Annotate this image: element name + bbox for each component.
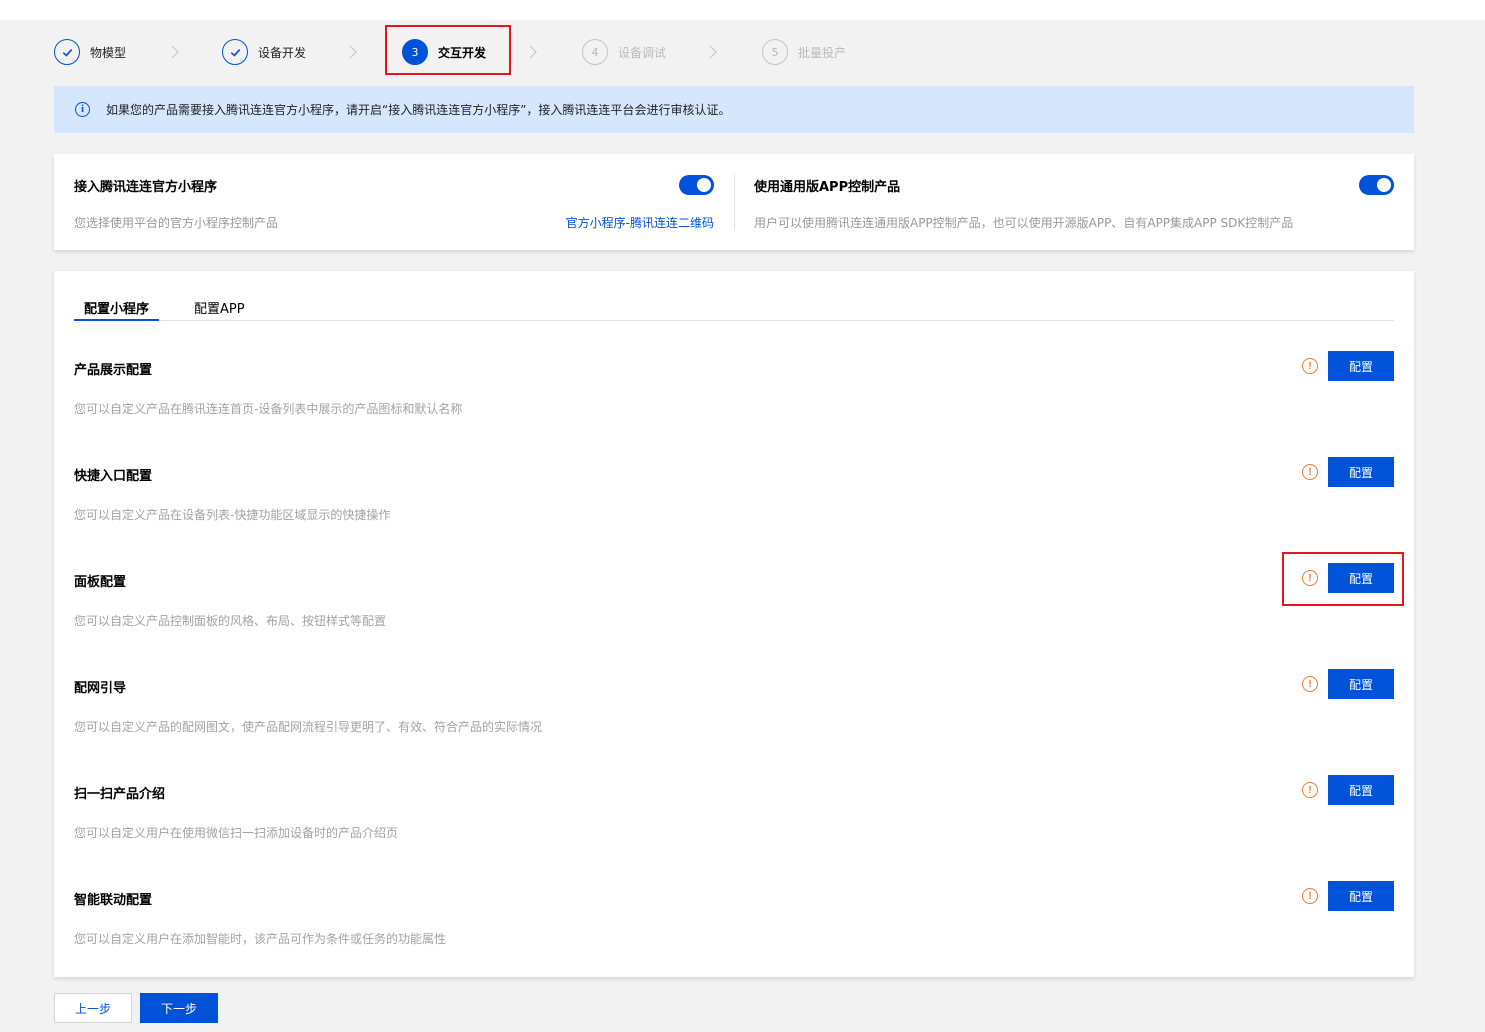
- config-button[interactable]: 配置: [1328, 351, 1394, 381]
- step-mass-production[interactable]: 5 批量投产: [762, 38, 846, 66]
- config-row-description: 您可以自定义产品在腾讯连连首页-设备列表中展示的产品图标和默认名称: [74, 402, 463, 416]
- step-device-dev[interactable]: 设备开发: [222, 38, 306, 66]
- config-row-title: 智能联动配置: [74, 893, 153, 908]
- config-row-description: 您可以自定义用户在添加智能时，该产品可作为条件或任务的功能属性: [74, 932, 447, 946]
- top-band: [0, 0, 1485, 20]
- check-icon: [222, 39, 248, 65]
- chevron-right-icon: [346, 44, 360, 60]
- config-row-product-display: 产品展示配置 ! 配置 您可以自定义产品在腾讯连连首页-设备列表中展示的产品图标…: [74, 351, 1394, 457]
- step-label: 批量投产: [798, 45, 847, 60]
- config-row-shortcut: 快捷入口配置 ! 配置 您可以自定义产品在设备列表-快捷功能区域显示的快捷操作: [74, 457, 1394, 563]
- config-card: 配置小程序 配置APP 产品展示配置 ! 配置 您可以自定义产品在腾讯连连首页-…: [54, 271, 1414, 977]
- step-label: 设备开发: [258, 45, 307, 60]
- switch-knob: [697, 178, 711, 192]
- miniprogram-toggle-switch[interactable]: [679, 175, 714, 195]
- miniprogram-qrcode-link[interactable]: 官方小程序-腾讯连连二维码: [566, 214, 714, 231]
- config-row-description: 您可以自定义用户在使用微信扫一扫添加设备时的产品介绍页: [74, 826, 399, 840]
- config-row-panel: 面板配置 ! 配置 您可以自定义产品控制面板的风格、布局、按钮样式等配置: [74, 563, 1394, 669]
- chevron-right-icon: [168, 44, 182, 60]
- config-row-title: 产品展示配置: [74, 363, 153, 378]
- step-label: 设备调试: [618, 45, 667, 60]
- prev-step-button[interactable]: 上一步: [54, 993, 132, 1023]
- config-tabs: 配置小程序 配置APP: [74, 298, 1394, 321]
- config-row-scan-intro: 扫一扫产品介绍 ! 配置 您可以自定义用户在使用微信扫一扫添加设备时的产品介绍页: [74, 775, 1394, 881]
- divider: [734, 174, 735, 230]
- integration-toggles-card: 接入腾讯连连官方小程序 您选择使用平台的官方小程序控制产品 官方小程序-腾讯连连…: [54, 154, 1414, 250]
- tab-config-miniprogram[interactable]: 配置小程序: [74, 298, 160, 321]
- warning-icon: !: [1302, 888, 1318, 904]
- tab-config-app[interactable]: 配置APP: [194, 298, 245, 321]
- app-toggle-description: 用户可以使用腾讯连连通用版APP控制产品，也可以使用开源版APP、自有APP集成…: [754, 216, 1294, 230]
- warning-icon: !: [1302, 464, 1318, 480]
- notice-text: 如果您的产品需要接入腾讯连连官方小程序，请开启“接入腾讯连连官方小程序”，接入腾…: [106, 103, 731, 117]
- info-icon: i: [75, 102, 90, 117]
- config-button[interactable]: 配置: [1328, 881, 1394, 911]
- config-button[interactable]: 配置: [1328, 457, 1394, 487]
- step-number: 4: [582, 39, 608, 65]
- app-toggle-title: 使用通用版APP控制产品: [754, 180, 901, 195]
- config-row-description: 您可以自定义产品的配网图文，使产品配网流程引导更明了、有效、符合产品的实际情况: [74, 720, 543, 734]
- config-row-title: 面板配置: [74, 575, 127, 590]
- warning-icon: !: [1302, 782, 1318, 798]
- config-button[interactable]: 配置: [1328, 669, 1394, 699]
- warning-icon: !: [1302, 358, 1318, 374]
- config-row-title: 配网引导: [74, 681, 127, 696]
- miniprogram-toggle-title: 接入腾讯连连官方小程序: [74, 180, 218, 195]
- config-row-description: 您可以自定义产品在设备列表-快捷功能区域显示的快捷操作: [74, 508, 391, 522]
- highlight-box-panel-config: [1282, 552, 1404, 606]
- config-row-title: 快捷入口配置: [74, 469, 153, 484]
- highlight-box-active-step: [385, 25, 511, 75]
- step-label: 物模型: [90, 45, 127, 60]
- warning-icon: !: [1302, 676, 1318, 692]
- config-row-description: 您可以自定义产品控制面板的风格、布局、按钮样式等配置: [74, 614, 387, 628]
- switch-knob: [1377, 178, 1391, 192]
- check-icon: [54, 39, 80, 65]
- config-row-smart-linkage: 智能联动配置 ! 配置 您可以自定义用户在添加智能时，该产品可作为条件或任务的功…: [74, 881, 1394, 987]
- miniprogram-toggle-description: 您选择使用平台的官方小程序控制产品: [74, 216, 279, 230]
- step-device-debug[interactable]: 4 设备调试: [582, 38, 666, 66]
- step-number: 5: [762, 39, 788, 65]
- miniprogram-toggle-section: 接入腾讯连连官方小程序 您选择使用平台的官方小程序控制产品 官方小程序-腾讯连连…: [74, 154, 714, 250]
- chevron-right-icon: [706, 44, 720, 60]
- notice-banner: i 如果您的产品需要接入腾讯连连官方小程序，请开启“接入腾讯连连官方小程序”，接…: [54, 86, 1414, 133]
- app-toggle-section: 使用通用版APP控制产品 用户可以使用腾讯连连通用版APP控制产品，也可以使用开…: [754, 154, 1394, 250]
- config-row-network-guide: 配网引导 ! 配置 您可以自定义产品的配网图文，使产品配网流程引导更明了、有效、…: [74, 669, 1394, 775]
- config-row-title: 扫一扫产品介绍: [74, 787, 166, 802]
- config-button[interactable]: 配置: [1328, 775, 1394, 805]
- next-step-button[interactable]: 下一步: [140, 993, 218, 1023]
- step-thing-model[interactable]: 物模型: [54, 38, 126, 66]
- chevron-right-icon: [526, 44, 540, 60]
- app-toggle-switch[interactable]: [1359, 175, 1394, 195]
